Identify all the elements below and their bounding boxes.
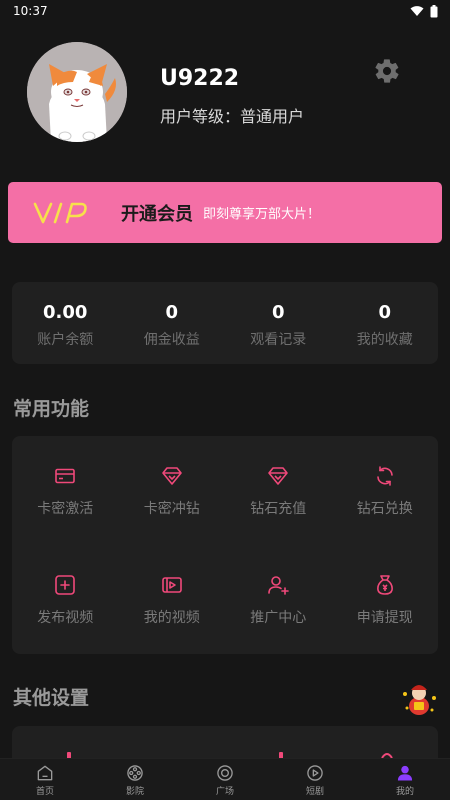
func-label: 我的视频	[143, 609, 200, 626]
func-promotion-center[interactable]: 推广中心	[225, 545, 332, 654]
functions-card: 卡密激活 卡密冲钻 钻石充值 钻石兑换 发布视频 我的视频 推广中心 申请提现	[12, 436, 438, 654]
status-icons	[410, 4, 438, 18]
stat-value: 0	[165, 302, 179, 323]
stat-value: 0	[271, 302, 285, 323]
tab-home[interactable]: 首页	[0, 759, 90, 800]
status-time: 10:37	[13, 4, 48, 18]
tab-label: 影院	[125, 786, 144, 797]
wifi-icon	[410, 6, 424, 16]
func-card-activate[interactable]: 卡密激活	[12, 436, 119, 545]
diamond-icon	[268, 466, 289, 485]
vip-banner[interactable]: 开通会员 即刻尊享万部大片！	[8, 182, 442, 243]
card-icon	[55, 468, 76, 483]
func-label: 卡密激活	[37, 500, 94, 517]
func-withdraw[interactable]: 申请提现	[332, 545, 439, 654]
tab-cinema[interactable]: 影院	[90, 759, 180, 800]
stat-label: 账户余额	[37, 332, 94, 348]
stat-value: 0	[378, 302, 392, 323]
gear-icon	[375, 59, 399, 83]
circle-icon	[217, 764, 233, 781]
add-user-icon	[268, 575, 290, 595]
play-icon	[307, 764, 323, 781]
tab-short-drama[interactable]: 短剧	[270, 759, 360, 800]
exchange-icon	[376, 465, 393, 486]
cat-avatar-icon	[27, 42, 127, 142]
vip-title: 开通会员	[121, 203, 193, 225]
user-icon	[397, 765, 413, 780]
stat-commission[interactable]: 0 佣金收益	[119, 282, 226, 364]
func-publish-video[interactable]: 发布视频	[12, 545, 119, 654]
stat-label: 观看记录	[250, 332, 307, 348]
func-label: 钻石充值	[250, 500, 307, 517]
stat-watch-history[interactable]: 0 观看记录	[225, 282, 332, 364]
tab-label: 我的	[395, 786, 414, 797]
username: U9222	[160, 66, 240, 91]
func-label: 发布视频	[37, 609, 94, 626]
tab-label: 首页	[35, 786, 54, 797]
section-title-other: 其他设置	[13, 687, 90, 709]
tab-label: 短剧	[305, 786, 324, 797]
money-bag-icon	[376, 574, 393, 595]
func-label: 卡密冲钻	[143, 500, 200, 517]
film-reel-icon	[127, 764, 143, 781]
avatar[interactable]	[27, 42, 127, 142]
stat-label: 佣金收益	[143, 332, 200, 348]
tab-square[interactable]: 广场	[180, 759, 270, 800]
home-icon	[37, 765, 53, 780]
func-my-videos[interactable]: 我的视频	[119, 545, 226, 654]
func-diamond-recharge[interactable]: 钻石充值	[225, 436, 332, 545]
diamond-icon	[161, 466, 182, 485]
vip-subtitle: 即刻尊享万部大片！	[203, 207, 321, 222]
func-diamond-exchange[interactable]: 钻石兑换	[332, 436, 439, 545]
func-label: 推广中心	[250, 609, 307, 626]
func-label: 钻石兑换	[356, 500, 413, 517]
vip-logo	[33, 202, 87, 223]
func-label: 申请提现	[356, 609, 413, 626]
stat-balance[interactable]: 0.00 账户余额	[12, 282, 119, 364]
tab-mine[interactable]: 我的	[360, 759, 450, 800]
bottom-tab-bar: 首页 影院 广场 短剧 我的	[0, 758, 450, 800]
stat-favorites[interactable]: 0 我的收藏	[332, 282, 439, 364]
video-icon	[161, 576, 182, 593]
status-bar: 10:37	[0, 0, 450, 22]
user-level: 用户等级：普通用户	[160, 107, 305, 126]
tab-label: 广场	[215, 786, 234, 797]
settings-button[interactable]	[370, 54, 404, 88]
func-card-diamond-topup[interactable]: 卡密冲钻	[119, 436, 226, 545]
stats-card: 0.00 账户余额 0 佣金收益 0 观看记录 0 我的收藏	[12, 282, 438, 364]
battery-icon	[430, 4, 438, 17]
stat-label: 我的收藏	[356, 332, 413, 348]
mascot-icon[interactable]	[398, 680, 440, 718]
add-video-icon	[55, 574, 76, 595]
stat-value: 0.00	[43, 302, 88, 323]
section-title-common: 常用功能	[13, 398, 90, 420]
profile-header: U9222 用户等级：普通用户	[0, 40, 450, 144]
